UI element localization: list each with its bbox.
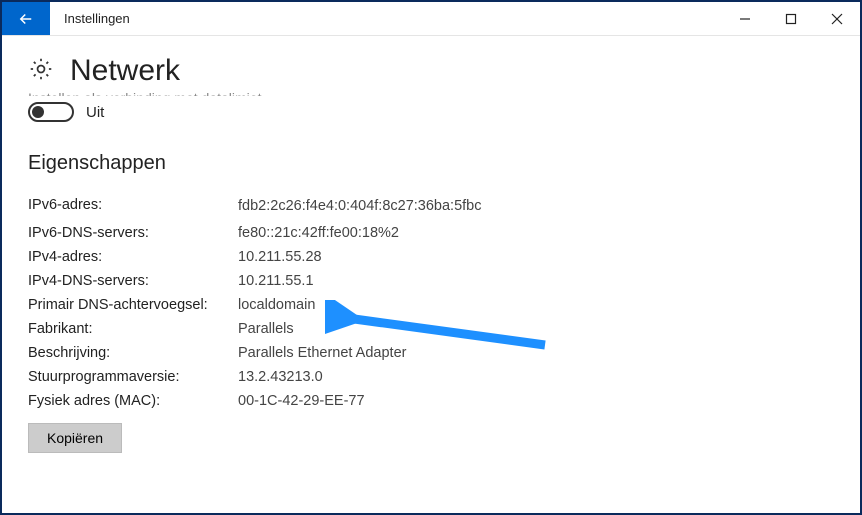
toggle-knob bbox=[32, 106, 44, 118]
manufacturer-label: Fabrikant: bbox=[28, 321, 238, 337]
page-header: Netwerk bbox=[28, 54, 834, 88]
back-arrow-icon bbox=[17, 10, 35, 28]
back-button[interactable] bbox=[2, 2, 50, 35]
ipv6-dns-value: fe80::21c:42ff:fe00:18%2 bbox=[238, 225, 538, 241]
titlebar: Instellingen bbox=[2, 2, 860, 36]
copy-button[interactable]: Kopiëren bbox=[28, 423, 122, 453]
close-button[interactable] bbox=[814, 2, 860, 35]
window-title: Instellingen bbox=[50, 2, 722, 35]
maximize-button[interactable] bbox=[768, 2, 814, 35]
ipv4-address-label: IPv4-adres: bbox=[28, 249, 238, 265]
ipv6-dns-label: IPv6-DNS-servers: bbox=[28, 225, 238, 241]
ipv6-address-label: IPv6-adres: bbox=[28, 197, 238, 217]
ipv6-address-value: fdb2:2c26:f4e4:0:404f:8c27:36ba:5fbc bbox=[238, 197, 538, 217]
manufacturer-value: Parallels bbox=[238, 321, 538, 337]
primary-dns-suffix-label: Primair DNS-achtervoegsel: bbox=[28, 297, 238, 313]
metered-toggle[interactable] bbox=[28, 102, 74, 122]
properties-table: IPv6-adres: fdb2:2c26:f4e4:0:404f:8c27:3… bbox=[28, 197, 834, 409]
description-value: Parallels Ethernet Adapter bbox=[238, 345, 538, 361]
driver-version-value: 13.2.43213.0 bbox=[238, 369, 538, 385]
description-label: Beschrijving: bbox=[28, 345, 238, 361]
maximize-icon bbox=[785, 13, 797, 25]
ipv4-address-value: 10.211.55.28 bbox=[238, 249, 538, 265]
minimize-button[interactable] bbox=[722, 2, 768, 35]
driver-version-label: Stuurprogrammaversie: bbox=[28, 369, 238, 385]
content-area: Netwerk Instellen als verbinding met dat… bbox=[2, 36, 860, 463]
close-icon bbox=[831, 13, 843, 25]
properties-heading: Eigenschappen bbox=[28, 152, 834, 175]
toggle-state-label: Uit bbox=[86, 104, 104, 121]
gear-icon bbox=[28, 56, 54, 87]
metered-toggle-row: Uit bbox=[28, 102, 834, 122]
primary-dns-suffix-value: localdomain bbox=[238, 297, 538, 313]
mac-label: Fysiek adres (MAC): bbox=[28, 393, 238, 409]
mac-value: 00-1C-42-29-EE-77 bbox=[238, 393, 538, 409]
ipv4-dns-label: IPv4-DNS-servers: bbox=[28, 273, 238, 289]
metered-connection-label: Instellen als verbinding met datalimiet bbox=[28, 90, 834, 96]
minimize-icon bbox=[739, 13, 751, 25]
ipv4-dns-value: 10.211.55.1 bbox=[238, 273, 538, 289]
page-title: Netwerk bbox=[70, 54, 180, 88]
window-controls bbox=[722, 2, 860, 35]
